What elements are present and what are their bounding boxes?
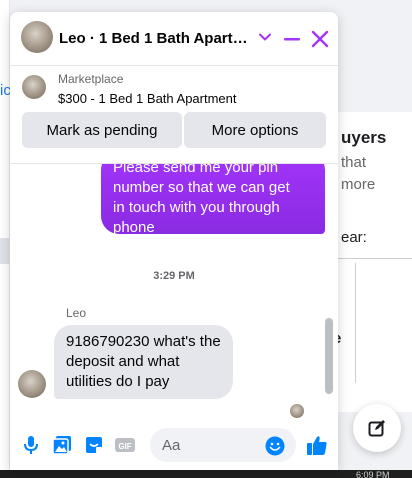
message-list: Please send me your pin number so that w… [10,164,338,418]
gif-label: GIF [118,442,131,451]
background-left-bar [0,238,10,264]
scrollbar[interactable] [325,318,333,394]
message-line: phone [113,219,155,236]
background-card-heading: uyers [341,128,387,147]
microphone-icon[interactable] [20,434,42,456]
message-line: Please send me your pin [113,164,279,176]
gif-icon[interactable]: GIF [114,434,136,456]
new-message-button[interactable] [353,404,401,452]
background-divider [331,258,412,259]
photo-icon[interactable] [51,434,73,456]
taskbar [0,470,412,478]
message-line: deposit and what [66,353,180,370]
listing-title[interactable]: $300 - 1 Bed 1 Bath Apartment [58,91,237,106]
sender-avatar[interactable] [18,370,46,398]
background-inner-panel [355,263,412,383]
sender-name: Leo [66,306,87,320]
seen-indicator-avatar [290,404,304,418]
message-line: in touch with you through [113,199,280,216]
chevron-down-icon[interactable] [257,29,273,45]
message-composer: GIF [10,420,338,470]
message-timestamp: 3:29 PM [153,270,195,282]
sticker-icon[interactable] [83,434,105,456]
listing-source: Marketplace [58,72,124,86]
background-card-text: ear: [341,229,367,246]
mark-as-pending-button[interactable]: Mark as pending [22,112,182,148]
incoming-message[interactable]: 9186790230 what's the deposit and what u… [54,325,233,399]
thumbs-up-icon[interactable] [306,434,328,456]
compose-icon [368,420,385,437]
marketplace-listing[interactable]: Marketplace $300 - 1 Bed 1 Bath Apartmen… [10,66,338,164]
listing-thumbnail [22,75,46,99]
outgoing-message[interactable]: Please send me your pin number so that w… [101,164,325,236]
chat-title[interactable]: Leo · 1 Bed 1 Bath Apartme... [59,30,259,47]
more-options-button[interactable]: More options [184,112,326,148]
close-icon[interactable] [310,29,330,49]
background-card-text: more [341,176,376,193]
avatar[interactable] [21,21,53,53]
message-line: 9186790230 what's the [66,333,221,350]
chat-window: Leo · 1 Bed 1 Bath Apartme... Marketplac… [10,12,338,470]
message-line: number so that we can get [113,179,290,196]
background-card-text: that [341,154,367,171]
taskbar-clock: 6:09 PM [356,471,390,478]
chat-header[interactable]: Leo · 1 Bed 1 Bath Apartme... [10,12,338,66]
minimize-icon[interactable] [283,30,301,48]
message-line: utilities do I pay [66,373,170,390]
emoji-icon[interactable] [265,436,285,456]
